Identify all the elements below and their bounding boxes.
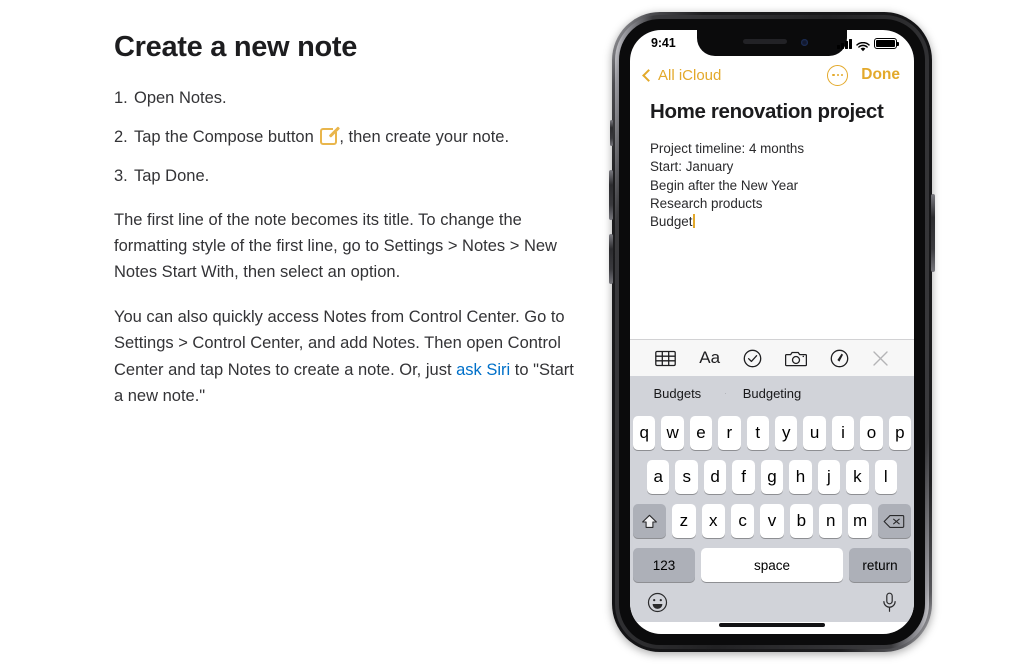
home-indicator-bar[interactable] — [719, 623, 825, 627]
key-b[interactable]: b — [789, 504, 814, 538]
status-bar: 9:41 — [630, 30, 914, 58]
keyboard-row-2: a s d f g h j k l — [633, 460, 911, 494]
key-o[interactable]: o — [860, 416, 883, 450]
camera-icon[interactable] — [784, 350, 807, 367]
keyboard-row-3: z x c v b n m — [633, 504, 911, 538]
table-icon[interactable] — [655, 350, 677, 367]
side-power-button[interactable] — [931, 194, 935, 272]
note-title: Home renovation project — [650, 100, 884, 123]
key-s[interactable]: s — [675, 460, 698, 494]
text-format-icon[interactable]: Aa — [699, 348, 720, 368]
key-g[interactable]: g — [760, 460, 784, 494]
step-text: Tap Done. — [134, 166, 210, 185]
backspace-delete-icon[interactable] — [877, 504, 911, 538]
key-i[interactable]: i — [831, 416, 855, 450]
key-f[interactable]: f — [732, 460, 755, 494]
numbers-key[interactable]: 123 — [633, 548, 695, 582]
key-z[interactable]: z — [672, 504, 696, 538]
compose-icon — [320, 124, 341, 145]
wifi-icon — [856, 39, 870, 52]
iphone-device: 9:41 All iCloud Done Home renovation pro… — [609, 12, 935, 652]
key-l[interactable]: l — [874, 460, 897, 494]
volume-down-button[interactable] — [609, 234, 613, 284]
step-text: Tap the Compose button , then create you… — [134, 124, 510, 146]
step-text: Open Notes. — [134, 88, 227, 107]
back-button-label: All iCloud — [658, 66, 722, 84]
format-toolbar: Aa — [630, 339, 914, 376]
key-j[interactable]: j — [817, 460, 841, 494]
volume-up-button[interactable] — [609, 170, 613, 220]
list-item: 1. Open Notes. — [114, 87, 574, 111]
key-c[interactable]: c — [730, 504, 755, 538]
emoji-smiley-icon[interactable] — [647, 592, 668, 618]
navigation-bar: All iCloud Done — [630, 58, 914, 92]
key-q[interactable]: q — [632, 416, 656, 450]
checklist-icon[interactable] — [743, 349, 762, 368]
note-body-line-active: Budget — [650, 213, 894, 231]
list-item: 2. Tap the Compose button , then create … — [114, 124, 574, 150]
key-m[interactable]: m — [848, 504, 872, 538]
silent-switch-button[interactable] — [610, 120, 613, 146]
key-y[interactable]: y — [775, 416, 798, 450]
predictive-text-bar: Budgets Budgeting — [630, 376, 914, 411]
key-u[interactable]: u — [803, 416, 826, 450]
key-e[interactable]: e — [689, 416, 713, 450]
key-d[interactable]: d — [703, 460, 727, 494]
key-k[interactable]: k — [846, 460, 869, 494]
key-r[interactable]: r — [718, 416, 741, 450]
step-number: 1. — [114, 88, 128, 107]
space-key[interactable]: space — [701, 548, 843, 582]
return-key[interactable]: return — [849, 548, 911, 582]
key-x[interactable]: x — [701, 504, 725, 538]
done-button[interactable]: Done — [861, 66, 900, 84]
key-w[interactable]: w — [661, 416, 684, 450]
shift-key[interactable] — [633, 504, 667, 538]
back-button-all-icloud[interactable]: All iCloud — [642, 66, 722, 84]
prediction-candidate[interactable]: Budgeting — [724, 386, 820, 401]
chevron-left-icon — [642, 68, 655, 82]
page-root: Create a new note 1. Open Notes. 2. Tap … — [0, 0, 1010, 664]
key-v[interactable]: v — [760, 504, 784, 538]
step-number: 3. — [114, 166, 128, 185]
ask-siri-link[interactable]: ask Siri — [456, 361, 510, 379]
page-title: Create a new note — [114, 31, 358, 63]
status-time: 9:41 — [651, 36, 676, 50]
paragraph-control-center: You can also quickly access Notes from C… — [114, 307, 574, 405]
battery-icon — [874, 38, 899, 49]
key-p[interactable]: p — [888, 416, 912, 450]
cellular-signal-icon — [837, 39, 852, 49]
paragraph-title-formatting: The first line of the note becomes its t… — [114, 210, 557, 282]
navbar-right-actions: Done — [827, 64, 900, 86]
close-icon[interactable] — [872, 350, 889, 367]
prediction-candidate[interactable]: Budgets — [630, 386, 725, 401]
list-item: 3. Tap Done. — [114, 165, 574, 189]
key-n[interactable]: n — [819, 504, 843, 538]
key-t[interactable]: t — [746, 416, 769, 450]
keyboard-row-1: q w e r t y u i o p — [632, 416, 912, 450]
steps-list: 1. Open Notes. 2. Tap the Compose button… — [114, 87, 574, 189]
step-number: 2. — [114, 127, 128, 146]
key-h[interactable]: h — [789, 460, 812, 494]
keyboard-bottom-row — [633, 588, 911, 622]
note-body-line: Begin after the New Year — [650, 177, 799, 193]
note-editor[interactable]: Home renovation project Project timeline… — [630, 92, 914, 339]
phone-screen: 9:41 All iCloud Done Home renovation pro… — [630, 30, 914, 634]
keyboard-row-4: 123 space return — [633, 548, 911, 582]
text-cursor — [693, 214, 696, 229]
documentation-column: Create a new note 1. Open Notes. 2. Tap … — [114, 30, 574, 409]
microphone-icon[interactable] — [882, 592, 897, 618]
note-body-line: Project timeline: 4 months — [650, 141, 805, 156]
onscreen-keyboard: q w e r t y u i o p a s d f g h j k l z … — [630, 411, 914, 622]
key-a[interactable]: a — [647, 460, 670, 494]
note-body-line: Start: January — [650, 159, 734, 175]
more-ellipsis-circle-icon[interactable] — [827, 64, 849, 86]
note-body-line: Research products — [650, 195, 763, 211]
markup-pen-icon[interactable] — [830, 349, 849, 368]
status-indicators — [837, 37, 899, 52]
